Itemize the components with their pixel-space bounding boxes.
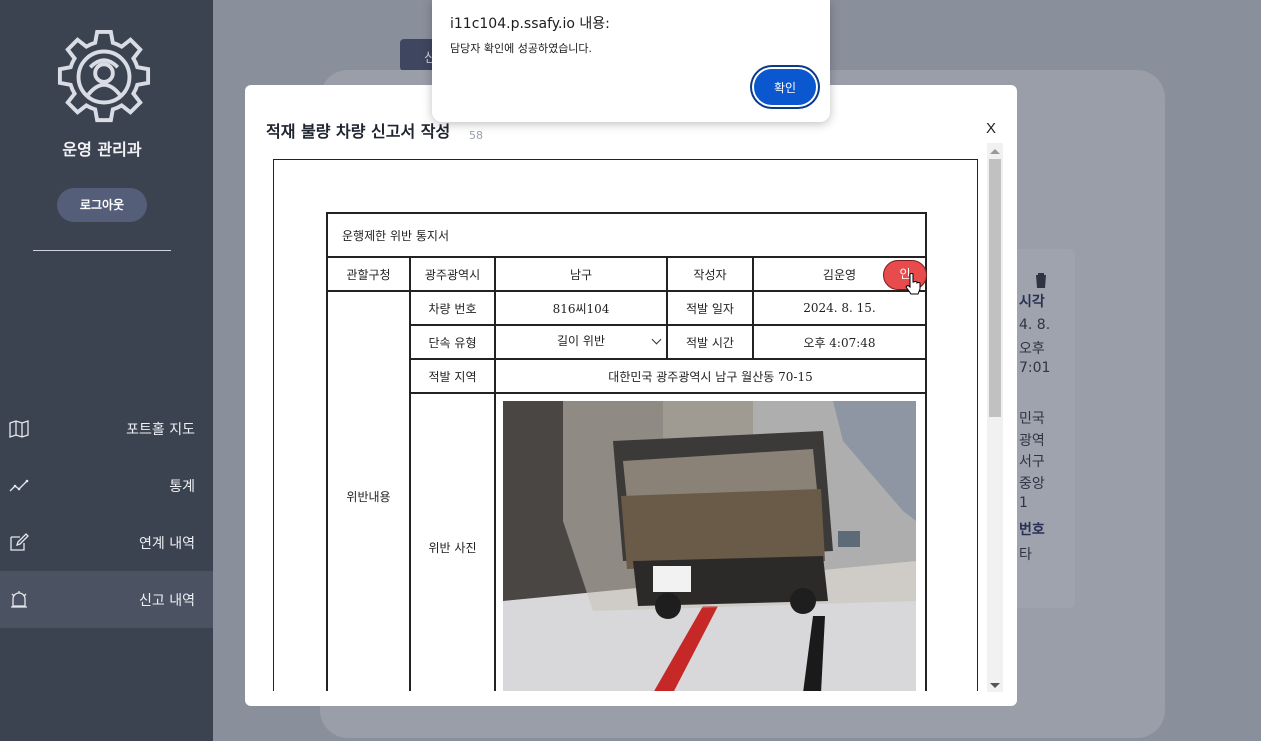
card-etc: 타 [1019, 547, 1032, 563]
logout-button[interactable]: 로그아웃 [57, 188, 147, 222]
card-address-line: 중앙 [1019, 476, 1045, 492]
siren-icon [11, 591, 27, 608]
nav-item-statistics[interactable]: 통계 [0, 457, 213, 514]
violation-photo-cell [494, 392, 927, 691]
detect-area-value: 대한민국 광주광역시 남구 월산동 70-15 [494, 358, 927, 394]
author-cell: 김운영 인 [751, 256, 928, 292]
report-modal: 적재 불량 차량 신고서 작성 58 X 운행제한 위반 통지서 관할구청 광주… [245, 85, 1017, 706]
violation-notice-table: 운행제한 위반 통지서 관할구청 광주광역시 남구 작성자 김운영 인 위반내용… [325, 212, 928, 691]
nav-label: 통계 [169, 479, 195, 495]
scrollbar-thumb[interactable] [989, 159, 1001, 417]
enforcement-type-label: 단속 유형 [409, 324, 497, 360]
detect-time-label: 적발 시간 [666, 324, 754, 360]
enforcement-type-select[interactable]: 길이 위반 [494, 324, 668, 360]
vehicle-number-label: 차량 번호 [409, 290, 497, 326]
nav-label: 신고 내역 [139, 593, 195, 609]
card-address-line: 민국 [1019, 411, 1045, 427]
violation-photo-label: 위반 사진 [409, 392, 497, 691]
violation-content-label: 위반내용 [325, 290, 412, 691]
alert-ok-button[interactable]: 확인 [754, 69, 816, 105]
author-name: 김운영 [822, 267, 857, 282]
vehicle-number-value: 816씨104 [494, 290, 668, 326]
card-address-line: 광역 [1019, 433, 1045, 449]
violation-photo [503, 401, 917, 691]
nav-item-pothole-map[interactable]: 포트홀 지도 [0, 400, 213, 457]
scroll-down-arrow-icon[interactable] [990, 683, 1000, 688]
detect-area-label: 적발 지역 [409, 358, 497, 394]
hand-cursor-icon [905, 273, 921, 295]
chevron-down-icon [651, 334, 662, 345]
map-icon [9, 420, 29, 438]
browser-alert-dialog: i11c104.p.ssafy.io 내용: 담당자 확인에 성공하였습니다. … [432, 0, 830, 122]
sidebar-divider [33, 250, 171, 251]
edit-icon [10, 533, 29, 551]
modal-subtitle: 58 [469, 129, 483, 142]
detect-date-value: 2024. 8. 15. [751, 290, 928, 326]
district-value: 남구 [494, 256, 668, 292]
notice-heading: 운행제한 위반 통지서 [326, 212, 927, 258]
card-time: 7:01 [1019, 360, 1051, 376]
enforcement-type-value: 길이 위반 [557, 334, 605, 348]
nav-label: 연계 내역 [139, 536, 195, 552]
close-button[interactable]: X [986, 120, 996, 137]
org-name: 운영 관리과 [62, 140, 142, 159]
card-date: 4. 8. [1019, 317, 1051, 333]
line-chart-icon [9, 479, 29, 492]
modal-scrollbar[interactable] [987, 143, 1003, 692]
trash-icon [1034, 273, 1048, 288]
sidebar: 운영 관리과 로그아웃 포트홀 지도 통계 연계 내역 신고 내역 [0, 0, 213, 741]
modal-title: 적재 불량 차량 신고서 작성 [266, 122, 451, 141]
card-ampm: 오후 [1019, 341, 1045, 357]
card-time-label: 시각 [1019, 294, 1045, 310]
nav-item-linked-history[interactable]: 연계 내역 [0, 514, 213, 571]
nav-item-report-history[interactable]: 신고 내역 [0, 571, 213, 628]
card-address-line: 1 [1019, 495, 1028, 511]
card-number-label: 번호 [1019, 522, 1045, 538]
card-address-line: 서구 [1019, 454, 1045, 470]
alert-message: 담당자 확인에 성공하였습니다. [450, 42, 593, 55]
detect-date-label: 적발 일자 [666, 290, 754, 326]
author-label: 작성자 [666, 256, 754, 292]
detect-time-value: 오후 4:07:48 [751, 324, 928, 360]
scroll-up-arrow-icon[interactable] [990, 149, 1000, 154]
background-report-card: 시각 4. 8. 오후 7:01 민국 광역 서구 중앙 1 번호 타 [1017, 249, 1075, 608]
alert-title: i11c104.p.ssafy.io 내용: [450, 16, 610, 32]
gear-logo-icon [57, 29, 151, 123]
nav-label: 포트홀 지도 [126, 422, 195, 438]
document-scroll-area[interactable]: 운행제한 위반 통지서 관할구청 광주광역시 남구 작성자 김운영 인 위반내용… [273, 159, 978, 691]
city-value: 광주광역시 [409, 256, 497, 292]
jurisdiction-label: 관할구청 [325, 256, 412, 292]
